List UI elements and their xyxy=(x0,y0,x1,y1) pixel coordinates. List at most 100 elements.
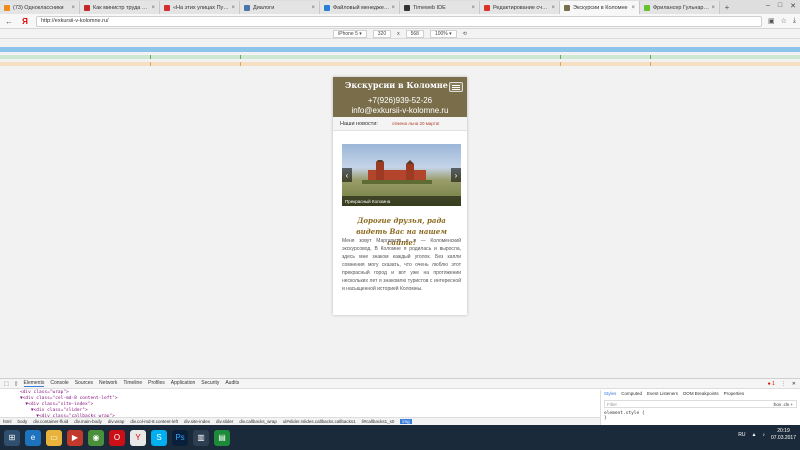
height-input[interactable]: 568 xyxy=(405,29,424,38)
ie-icon[interactable]: e xyxy=(25,429,41,446)
photoshop-icon[interactable]: Ps xyxy=(172,429,188,446)
maximize-icon[interactable]: □ xyxy=(778,2,782,10)
filter-placeholder: Filter xyxy=(607,401,617,407)
zoom-select[interactable]: 100% ▾ xyxy=(429,29,457,38)
breadcrumb-item[interactable]: html xyxy=(3,419,12,424)
styles-tab[interactable]: Styles xyxy=(604,391,616,396)
menu-hamburger-icon[interactable] xyxy=(449,82,463,92)
breadcrumb-item[interactable]: div.site-index xyxy=(184,419,210,424)
styles-tab[interactable]: Properties xyxy=(724,391,745,396)
breadcrumb-item[interactable]: div.callbacks_wrap xyxy=(239,419,276,424)
browser-tab[interactable]: Экскурсии в Коломне × xyxy=(560,1,640,14)
breadcrumb-item[interactable]: li#callbacks1_s0 xyxy=(362,419,395,424)
new-tab-button[interactable]: + xyxy=(720,1,734,14)
media-query-bar-min[interactable] xyxy=(0,62,800,66)
bookmark-star-icon[interactable]: ☆ xyxy=(781,17,787,25)
tab-close-icon[interactable]: × xyxy=(311,5,315,11)
yandex-logo-icon[interactable]: Я xyxy=(20,17,30,26)
tab-title: (73) Одноклассники xyxy=(13,4,64,11)
yandex-browser-icon[interactable]: Y xyxy=(130,429,146,446)
tab-close-icon[interactable]: × xyxy=(231,5,235,11)
media-query-bar-range[interactable] xyxy=(0,55,800,59)
styles-tab[interactable]: Event Listeners xyxy=(647,391,678,396)
explorer-icon[interactable]: ▭ xyxy=(46,429,62,446)
breadcrumb-item[interactable]: div.col-md-8.content-left xyxy=(130,419,178,424)
browser-tab[interactable]: Timeweb IDE × xyxy=(400,1,480,14)
devtools-tab[interactable]: Timeline xyxy=(123,380,142,387)
browser-tab[interactable]: Как министр труда Макси…× xyxy=(80,1,160,14)
close-window-icon[interactable]: ✕ xyxy=(790,2,796,10)
browser-tab[interactable]: Диалоги × xyxy=(240,1,320,14)
utility-icon[interactable]: ▥ xyxy=(193,429,209,446)
style-rule-close: } xyxy=(604,416,607,421)
breadcrumb-item[interactable]: div.container-fluid xyxy=(33,419,68,424)
devtools-tab[interactable]: Sources xyxy=(75,380,93,387)
devtools-tab[interactable]: Audits xyxy=(225,380,239,387)
url-input[interactable]: http://exkursii-v-kolomne.ru/ xyxy=(36,15,762,27)
devtools-tab[interactable]: Application xyxy=(171,380,195,387)
volume-icon[interactable]: ♪ xyxy=(762,432,765,438)
browser-tab[interactable]: (73) Одноклассники × xyxy=(0,1,80,14)
breadcrumb-item[interactable]: body xyxy=(18,419,28,424)
clock[interactable]: 20:19 07.03.2017 xyxy=(771,428,796,442)
filter-toggles[interactable]: :hov .cls + xyxy=(773,402,793,407)
skype-icon[interactable]: S xyxy=(151,429,167,446)
chrome-icon[interactable]: ◉ xyxy=(88,429,104,446)
email-address[interactable]: info@exkursii-v-kolomne.ru xyxy=(333,106,467,115)
tab-close-icon[interactable]: × xyxy=(71,5,75,11)
devtools-tab[interactable]: Security xyxy=(201,380,219,387)
site-title[interactable]: Экскурсии в Коломне xyxy=(345,80,448,90)
minimize-icon[interactable]: – xyxy=(766,2,770,10)
opera-icon[interactable]: O xyxy=(109,429,125,446)
devtools-menu-icon[interactable]: ⋮ xyxy=(781,381,786,387)
network-icon[interactable]: ▲ xyxy=(752,432,757,438)
width-input[interactable]: 320 xyxy=(372,29,392,38)
start-button[interactable]: ⊞ xyxy=(4,429,20,446)
rotate-icon[interactable]: ⟲ xyxy=(463,31,467,37)
inspect-icon[interactable]: ⬚ xyxy=(4,381,9,387)
media-icon[interactable]: ▶ xyxy=(67,429,83,446)
tab-view-icon[interactable]: ▣ xyxy=(768,17,775,25)
news-text[interactable]: отмена льна 20 марта! xyxy=(392,121,440,126)
tab-close-icon[interactable]: × xyxy=(471,5,475,11)
slider-next-button[interactable]: › xyxy=(451,168,461,182)
tab-favicon-icon xyxy=(644,4,650,11)
tab-close-icon[interactable]: × xyxy=(631,5,635,11)
browser-tab[interactable]: Файловый менеджер – ПА…× xyxy=(320,1,400,14)
tab-close-icon[interactable]: × xyxy=(151,5,155,11)
breadcrumb-item[interactable]: div.main-body xyxy=(74,419,102,424)
media-query-bar-max[interactable] xyxy=(0,47,800,52)
browser-tab[interactable]: Редактирование счётчик…× xyxy=(480,1,560,14)
tab-favicon-icon xyxy=(484,4,490,11)
tab-close-icon[interactable]: × xyxy=(391,5,395,11)
tab-close-icon[interactable]: × xyxy=(711,5,715,11)
tab-favicon-icon xyxy=(4,4,10,11)
device-select[interactable]: iPhone 5 ▾ xyxy=(333,29,367,38)
browser-tab[interactable]: Фрилансер Гульнара Саи…× xyxy=(640,1,720,14)
breadcrumb-item[interactable]: div.wrap xyxy=(108,419,124,424)
error-count[interactable]: ● 1 xyxy=(768,381,775,387)
browser-tab[interactable]: «На этих улицах Путин на…× xyxy=(160,1,240,14)
phone-number[interactable]: +7(926)939-52-26 xyxy=(333,96,467,105)
devtools-tab[interactable]: Network xyxy=(99,380,117,387)
breadcrumb-item[interactable]: div.slider xyxy=(216,419,233,424)
language-indicator[interactable]: RU xyxy=(738,432,745,438)
clock-date: 07.03.2017 xyxy=(770,435,796,441)
site-header: Экскурсии в Коломне +7(926)939-52-26 inf… xyxy=(333,77,467,117)
styles-filter-input[interactable]: Filter :hov .cls + xyxy=(604,400,797,408)
styles-tab[interactable]: DOM Breakpoints xyxy=(683,391,719,396)
tab-close-icon[interactable]: × xyxy=(551,5,555,11)
devtools-tab[interactable]: Elements xyxy=(23,380,45,387)
download-icon[interactable]: ⤓ xyxy=(793,17,796,25)
terminal-icon[interactable]: ▤ xyxy=(214,429,230,446)
slider-prev-button[interactable]: ‹ xyxy=(342,168,352,182)
devtools-tab[interactable]: Console xyxy=(50,380,68,387)
device-mode-icon[interactable]: ▯ xyxy=(15,381,18,387)
styles-tab[interactable]: Computed xyxy=(621,391,642,396)
breadcrumb-item[interactable]: ul#slider.rslides.callbacks.callbacks1 xyxy=(283,419,356,424)
devtools-tab[interactable]: Profiles xyxy=(148,380,165,387)
devtools-close-icon[interactable]: ✕ xyxy=(792,381,796,387)
tab-favicon-icon xyxy=(244,4,250,11)
breadcrumb-selected[interactable]: img xyxy=(400,419,412,424)
back-icon[interactable]: ← xyxy=(4,17,14,26)
